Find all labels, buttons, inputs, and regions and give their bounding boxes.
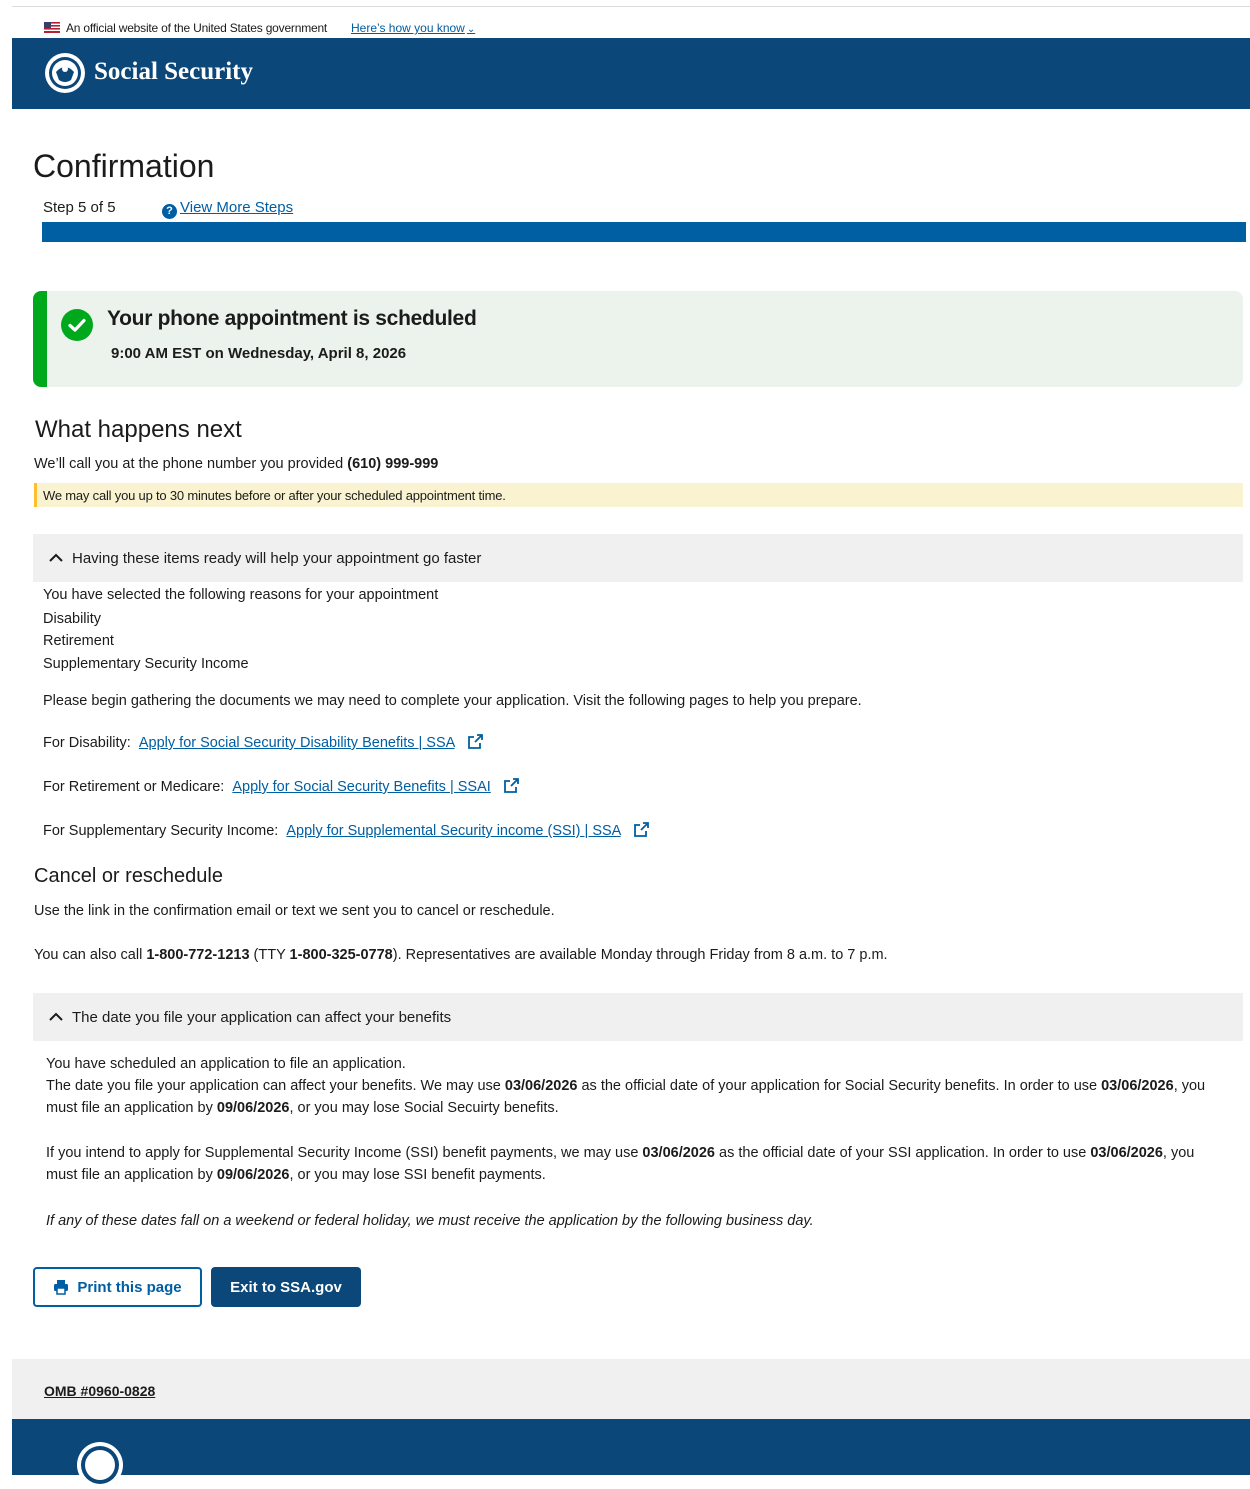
view-more-steps[interactable]: ? View More Steps xyxy=(162,199,293,219)
site-header: Social Security xyxy=(12,38,1250,109)
chevron-up-icon xyxy=(49,1012,63,1021)
prep-link-label: For Retirement or Medicare: xyxy=(43,779,225,795)
footer-omb: OMB #0960-0828 xyxy=(12,1359,1250,1419)
chevron-up-icon xyxy=(49,553,63,562)
step-indicator: Step 5 of 5 xyxy=(43,199,116,216)
items-ready-toggle-label: Having these items ready will help your … xyxy=(72,549,482,567)
how-you-know-label: Here’s how you know xyxy=(351,21,465,35)
items-ready-accordion[interactable]: Having these items ready will help your … xyxy=(33,534,1243,582)
gov-banner-text: An official website of the United States… xyxy=(66,21,328,35)
cancel-reschedule-heading: Cancel or reschedule xyxy=(34,865,223,887)
reason-item: Retirement xyxy=(43,633,114,649)
gather-documents-text: Please begin gathering the documents we … xyxy=(43,693,862,709)
how-you-know-link[interactable]: Here’s how you know ⌄ xyxy=(351,21,475,35)
prep-link-label: For Supplementary Security Income: xyxy=(43,823,279,839)
filing-date-accordion[interactable]: The date you file your application can a… xyxy=(33,993,1243,1041)
prep-link-label: For Disability: xyxy=(43,735,131,751)
p1-line1: You have scheduled an application to fil… xyxy=(46,1056,406,1072)
official-date: 03/06/2026 xyxy=(504,1078,578,1094)
external-link-icon xyxy=(503,778,519,793)
external-link-icon xyxy=(633,822,649,837)
reasons-intro: You have selected the following reasons … xyxy=(43,587,439,603)
cancel-instructions: Use the link in the confirmation email o… xyxy=(34,903,555,919)
ssi-benefits-link[interactable]: Apply for Supplemental Security income (… xyxy=(286,823,620,839)
p2-text: If you intend to apply for Supplemental … xyxy=(46,1145,643,1161)
print-label: Print this page xyxy=(77,1278,182,1296)
exit-ssa-button[interactable]: Exit to SSA.gov xyxy=(211,1267,361,1307)
official-date: 03/06/2026 xyxy=(1090,1145,1163,1161)
call-window-note: We may call you up to 30 minutes before … xyxy=(34,483,1243,507)
print-page-button[interactable]: Print this page xyxy=(33,1267,202,1307)
appointment-time: 9:00 AM EST on Wednesday, April 8, 2026 xyxy=(111,345,407,362)
success-alert: Your phone appointment is scheduled 9:00… xyxy=(33,291,1243,387)
filing-date-paragraph-1: You have scheduled an application to fil… xyxy=(46,1053,1226,1119)
prep-link-row: For Disability: Apply for Social Securit… xyxy=(43,733,484,751)
site-footer xyxy=(12,1419,1250,1488)
call-text: You can also call xyxy=(34,947,147,963)
p2-text: , or you may lose SSI benefit payments. xyxy=(289,1167,546,1183)
deadline-date: 09/06/2026 xyxy=(216,1167,290,1183)
filing-date-paragraph-2: If you intend to apply for Supplemental … xyxy=(46,1142,1226,1186)
reason-item: Supplementary Security Income xyxy=(43,656,249,672)
reason-item: Disability xyxy=(43,611,102,627)
ssa-seal-icon xyxy=(77,1442,123,1488)
call-text: (TTY xyxy=(249,947,290,963)
page-frame: An official website of the United States… xyxy=(12,6,1250,1488)
prep-link-row: For Retirement or Medicare: Apply for So… xyxy=(43,777,520,795)
brand-name[interactable]: Social Security xyxy=(94,58,253,86)
ssa-seal-icon[interactable] xyxy=(44,52,86,94)
external-link-icon xyxy=(467,734,483,749)
p1-text: , or you may lose Social Secuirty benefi… xyxy=(289,1100,559,1116)
filing-date-toggle-label: The date you file your application can a… xyxy=(72,1008,452,1026)
prep-link-row: For Supplementary Security Income: Apply… xyxy=(43,821,650,839)
view-more-steps-link[interactable]: View More Steps xyxy=(180,199,293,216)
chevron-down-icon: ⌄ xyxy=(466,24,476,35)
printer-icon xyxy=(54,1279,69,1295)
retirement-benefits-link[interactable]: Apply for Social Security Benefits | SSA… xyxy=(232,779,490,795)
call-instructions: You can also call 1-800-772-1213 (TTY 1-… xyxy=(34,947,888,963)
p1-text: The date you file your application can a… xyxy=(46,1078,505,1094)
call-info-text: We’ll call you at the phone number you p… xyxy=(34,456,348,472)
progress-bar-fill xyxy=(42,222,1246,242)
weekend-holiday-note: If any of these dates fall on a weekend … xyxy=(46,1213,814,1229)
ssa-phone: 1-800-772-1213 xyxy=(146,947,250,963)
official-date: 03/06/2026 xyxy=(642,1145,715,1161)
official-date: 03/06/2026 xyxy=(1101,1078,1174,1094)
call-info: We’ll call you at the phone number you p… xyxy=(34,456,438,472)
us-flag-icon xyxy=(44,22,60,33)
tty-phone: 1-800-325-0778 xyxy=(289,947,393,963)
p2-text: as the official date of your SSI applica… xyxy=(715,1145,1091,1161)
page-title: Confirmation xyxy=(33,148,215,184)
question-circle-icon: ? xyxy=(162,204,177,219)
check-circle-icon xyxy=(61,309,93,341)
alert-heading: Your phone appointment is scheduled xyxy=(107,307,477,330)
progress-bar xyxy=(42,222,1246,242)
phone-number: (610) 999-999 xyxy=(347,456,439,472)
gov-banner: An official website of the United States… xyxy=(12,7,1250,38)
deadline-date: 09/06/2026 xyxy=(216,1100,290,1116)
p1-text: as the official date of your application… xyxy=(577,1078,1102,1094)
disability-benefits-link[interactable]: Apply for Social Security Disability Ben… xyxy=(139,735,455,751)
call-text: ). Representatives are available Monday … xyxy=(392,947,888,963)
omb-number-link[interactable]: OMB #0960-0828 xyxy=(44,1383,155,1399)
what-happens-next-heading: What happens next xyxy=(35,416,242,443)
